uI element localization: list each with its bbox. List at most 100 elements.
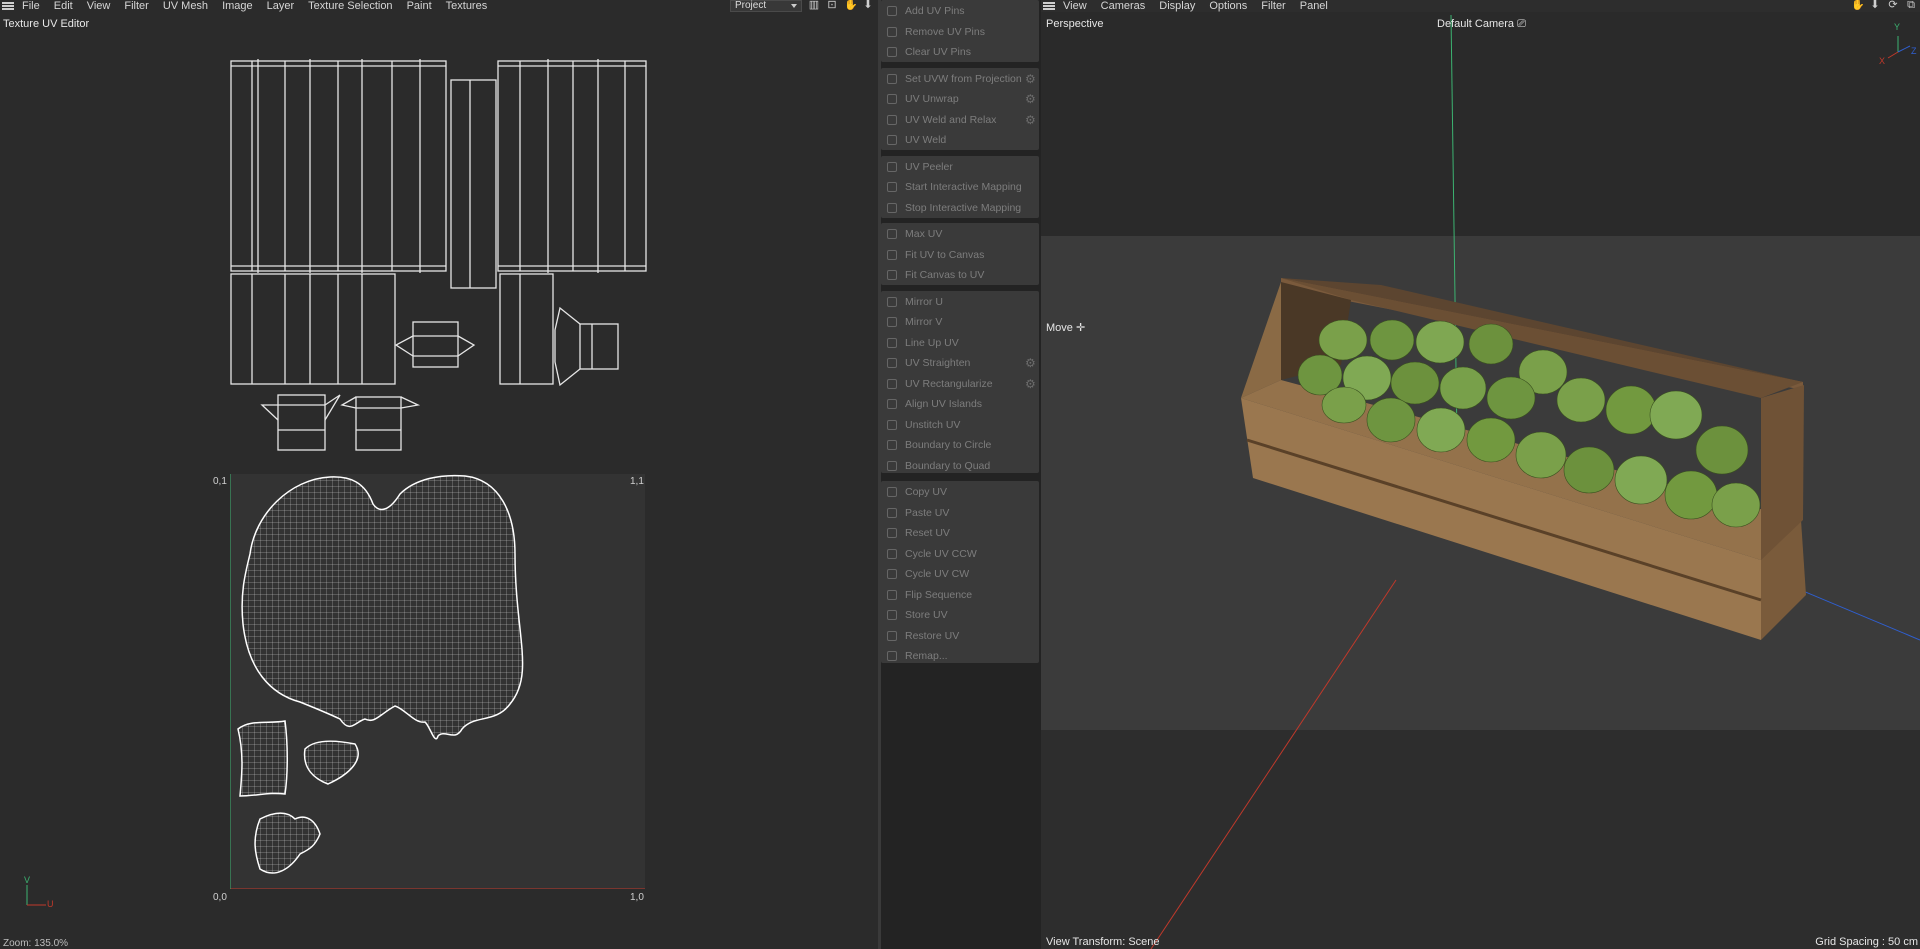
command-label: Boundary to Quad [905, 459, 991, 472]
camera-name: Default Camera [1437, 18, 1515, 30]
command-label: Fit Canvas to UV [905, 269, 985, 281]
projection-icon [887, 73, 897, 84]
gear-icon[interactable]: ⚙ [1025, 73, 1037, 85]
command-label: UV Weld [905, 134, 947, 146]
rectangularize-icon [887, 378, 897, 389]
gear-icon[interactable]: ⚙ [1025, 93, 1037, 105]
command-store-uv[interactable]: Store UV [881, 605, 1039, 625]
command-mirror-v[interactable]: Mirror V [881, 312, 1039, 332]
command-reset-uv[interactable]: Reset UV [881, 523, 1039, 543]
zoom-level: Zoom: 135.0% [3, 938, 69, 949]
command-label: Flip Sequence [905, 588, 973, 601]
command-boundary-to-quad[interactable]: Boundary to Quad [881, 456, 1039, 476]
command-group: Set UVW from Projection ⚙ UV Unwrap ⚙ UV Wel… [881, 67, 1039, 150]
command-uv-weld[interactable]: UV Weld [881, 130, 1039, 150]
command-uv-straighten[interactable]: UV Straighten ⚙ [881, 353, 1039, 373]
command-copy-uv[interactable]: Copy UV [881, 482, 1039, 502]
command-remap[interactable]: Remap... [881, 646, 1039, 666]
command-uv-rectangularize[interactable]: UV Rectangularize ⚙ [881, 374, 1039, 394]
command-fit-canvas-to-uv[interactable]: Fit Canvas to UV [881, 265, 1039, 285]
command-flip-sequence[interactable]: Flip Sequence [881, 585, 1039, 605]
command-start-interactive-mapping[interactable]: Start Interactive Mapping [881, 177, 1039, 197]
command-label: Remap... [905, 650, 948, 662]
store-icon [887, 610, 897, 620]
command-group: Max UV Fit UV to Canvas Fit Canvas to UV [881, 223, 1039, 285]
fit-canvas-icon [887, 270, 897, 280]
command-paste-uv[interactable]: Paste UV [881, 503, 1039, 523]
pin-remove-icon [887, 26, 897, 37]
align-icon [887, 399, 897, 409]
fruit-uv-islands [229, 474, 645, 890]
coord-bottom-right: 1,0 [630, 892, 644, 903]
command-uv-unwrap[interactable]: UV Unwrap ⚙ [881, 89, 1039, 109]
gear-icon[interactable]: ⚙ [1025, 378, 1037, 390]
command-add-uv-pins[interactable]: Add UV Pins [881, 1, 1039, 21]
straighten-icon [887, 358, 897, 368]
mirror-u-icon [887, 296, 897, 307]
command-label: Set UVW from Projection [905, 72, 1022, 85]
command-uv-peeler[interactable]: UV Peeler [881, 157, 1039, 177]
viewport-panel[interactable]: View Cameras Display Options Filter Pane… [1041, 0, 1920, 949]
command-cycle-uv-cw[interactable]: Cycle UV CW [881, 564, 1039, 584]
command-boundary-to-circle[interactable]: Boundary to Circle [881, 435, 1039, 455]
close-icon [887, 47, 897, 57]
gizmo-x-label: X [1879, 56, 1886, 66]
quad-icon [887, 460, 897, 471]
command-label: Clear UV Pins [905, 46, 971, 58]
weld-icon [887, 135, 897, 145]
command-label: Cycle UV CW [905, 568, 970, 580]
uv-commands-panel: Add UV Pins Remove UV Pins Clear UV Pins Se… [881, 0, 1041, 949]
crate-uv-islands [230, 59, 647, 451]
command-label: UV Weld and Relax [905, 113, 997, 126]
command-group: Mirror U Mirror V Line Up UV UV Straighten ⚙… [881, 290, 1039, 476]
gear-icon[interactable]: ⚙ [1025, 114, 1037, 126]
paste-icon [887, 507, 897, 518]
move-icon: ✛ [1075, 322, 1086, 334]
unwrap-icon [887, 94, 897, 104]
cycle-cw-icon [887, 569, 897, 579]
command-restore-uv[interactable]: Restore UV [881, 626, 1039, 646]
command-mirror-u[interactable]: Mirror U [881, 292, 1039, 312]
command-label: Store UV [905, 609, 948, 621]
command-label: UV Unwrap [905, 93, 959, 105]
command-align-uv-islands[interactable]: Align UV Islands [881, 394, 1039, 414]
command-label: UV Straighten [905, 357, 971, 369]
uv-grid-area[interactable]: 0,1 1,1 0,0 1,0 [213, 474, 645, 903]
command-label: Max UV [905, 228, 943, 240]
stop-icon [887, 202, 897, 213]
pin-icon [887, 6, 897, 16]
copy-icon [887, 487, 897, 497]
command-set-uvw-from-projection[interactable]: Set UVW from Projection ⚙ [881, 69, 1039, 89]
command-group: Add UV Pins Remove UV Pins Clear UV Pins [881, 0, 1039, 62]
gear-icon[interactable]: ⚙ [1025, 357, 1037, 369]
gizmo-z-label: Z [1911, 46, 1917, 56]
command-max-uv[interactable]: Max UV [881, 224, 1039, 244]
command-uv-weld-and-relax[interactable]: UV Weld and Relax ⚙ [881, 110, 1039, 130]
restore-icon [887, 630, 897, 641]
command-cycle-uv-ccw[interactable]: Cycle UV CCW [881, 544, 1039, 564]
axis-v-label: V [24, 875, 31, 885]
command-label: Copy UV [905, 486, 948, 498]
coord-top-left: 0,1 [213, 476, 227, 487]
weld-relax-icon [887, 114, 897, 125]
command-stop-interactive-mapping[interactable]: Stop Interactive Mapping [881, 198, 1039, 218]
viewport-scene[interactable] [1041, 0, 1920, 949]
command-unstitch-uv[interactable]: Unstitch UV [881, 415, 1039, 435]
command-fit-uv-to-canvas[interactable]: Fit UV to Canvas [881, 245, 1039, 265]
command-clear-uv-pins[interactable]: Clear UV Pins [881, 42, 1039, 62]
camera-label[interactable]: Default Camera ⎚ [1437, 18, 1526, 31]
view-transform-label: View Transform: Scene [1046, 936, 1160, 948]
command-label: Unstitch UV [905, 418, 961, 431]
coord-bottom-left: 0,0 [213, 892, 227, 903]
command-remove-uv-pins[interactable]: Remove UV Pins [881, 22, 1039, 42]
unstitch-icon [887, 419, 897, 430]
mirror-v-icon [887, 317, 897, 327]
command-label: Reset UV [905, 527, 950, 539]
command-label: Restore UV [905, 629, 960, 642]
command-label: UV Peeler [905, 160, 953, 173]
circle-icon [887, 440, 897, 450]
command-label: Remove UV Pins [905, 25, 985, 38]
command-line-up-uv[interactable]: Line Up UV [881, 333, 1039, 353]
projection-label[interactable]: Perspective [1046, 18, 1103, 30]
gizmo-y-label: Y [1894, 22, 1901, 32]
